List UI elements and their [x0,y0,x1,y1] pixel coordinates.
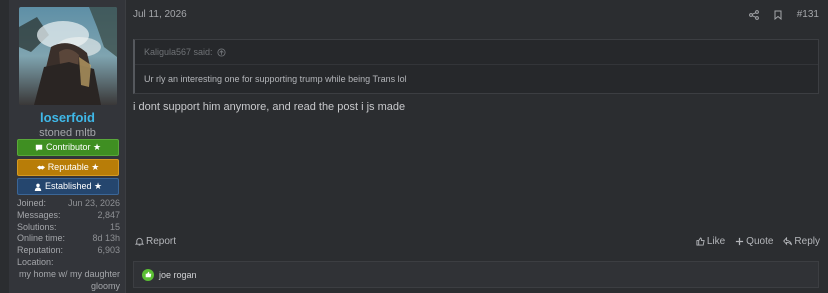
badge-reputable: Reputable ★ [17,159,119,176]
post-actions: Like Quote Reply [696,236,820,247]
avatar[interactable] [19,7,117,105]
plus-icon [736,237,744,246]
username[interactable]: loserfoid [9,110,126,125]
stat-label: Reputation: [17,245,64,256]
post-message: i dont support him anymore, and read the… [133,101,406,113]
stat-joined: Joined: Jun 23, 2026 [17,198,120,210]
stat-label: Location: [17,256,54,267]
badge-label: Reputable ★ [47,162,100,172]
quote-button[interactable]: Quote [735,236,773,247]
post-date[interactable]: Jul 11, 2026 [133,9,187,20]
badge-established: Established ★ [17,178,119,195]
stat-online-time: Online time: 8d 13h [17,233,120,245]
arrow-up-circle-icon[interactable] [217,47,226,57]
chat-icon [35,144,43,151]
like-label: Like [706,236,726,247]
stat-value: 6,903 [97,245,120,256]
like-reaction-icon [142,268,154,281]
like-button[interactable]: Like [696,236,725,247]
page-gutter [0,0,9,293]
stat-value: 15 [109,221,120,232]
bell-icon [135,237,144,246]
user-stats: Joined: Jun 23, 2026 Messages: 2,847 Sol… [17,198,120,292]
stat-location: Location: [17,257,120,269]
badge-label: Established ★ [44,181,103,191]
stat-messages: Messages: 2,847 [17,210,120,222]
badge-label: Contributor ★ [45,142,102,152]
stat-label: Online time: [17,233,66,244]
post-tools: #131 [748,9,819,20]
location-value: my home w/ my daughter gloomy [18,268,120,291]
handshake-icon [36,165,45,170]
user-icon [34,183,42,191]
reactions-text[interactable]: joe rogan [159,270,197,280]
reactions-bar[interactable]: joe rogan [133,261,819,288]
thumbs-up-icon [696,237,705,246]
user-sidebar: loserfoid stoned mltb Contributor ★ Repu… [9,0,126,293]
badge-contributor: Contributor ★ [17,139,119,156]
quote-label: Quote [746,236,774,247]
report-button[interactable]: Report [135,236,176,247]
user-title: stoned mltb [39,127,96,139]
stat-label: Solutions: [17,221,57,232]
reply-button[interactable]: Reply [783,236,820,247]
post-main: Jul 11, 2026 #131 Kaligula567 said: Ur r… [126,0,828,293]
post-number[interactable]: #131 [797,9,819,20]
stat-value: 2,847 [97,209,120,220]
quote-block: Kaligula567 said: Ur rly an interesting … [133,39,819,94]
stat-label: Messages: [17,209,61,220]
quote-divider [135,64,818,65]
quote-header[interactable]: Kaligula567 said: [144,47,226,57]
reply-icon [783,237,793,246]
bookmark-icon[interactable] [773,10,783,20]
reply-label: Reply [794,236,820,247]
share-icon[interactable] [748,9,759,20]
stat-label: Joined: [17,198,47,208]
stat-solutions: Solutions: 15 [17,222,120,234]
report-label: Report [146,236,177,247]
stat-value: Jun 23, 2026 [67,198,120,208]
stat-reputation: Reputation: 6,903 [17,245,120,257]
quote-author[interactable]: Kaligula567 said: [144,47,213,57]
quote-text: Ur rly an interesting one for supporting… [144,74,407,84]
stat-value: 8d 13h [92,233,120,244]
